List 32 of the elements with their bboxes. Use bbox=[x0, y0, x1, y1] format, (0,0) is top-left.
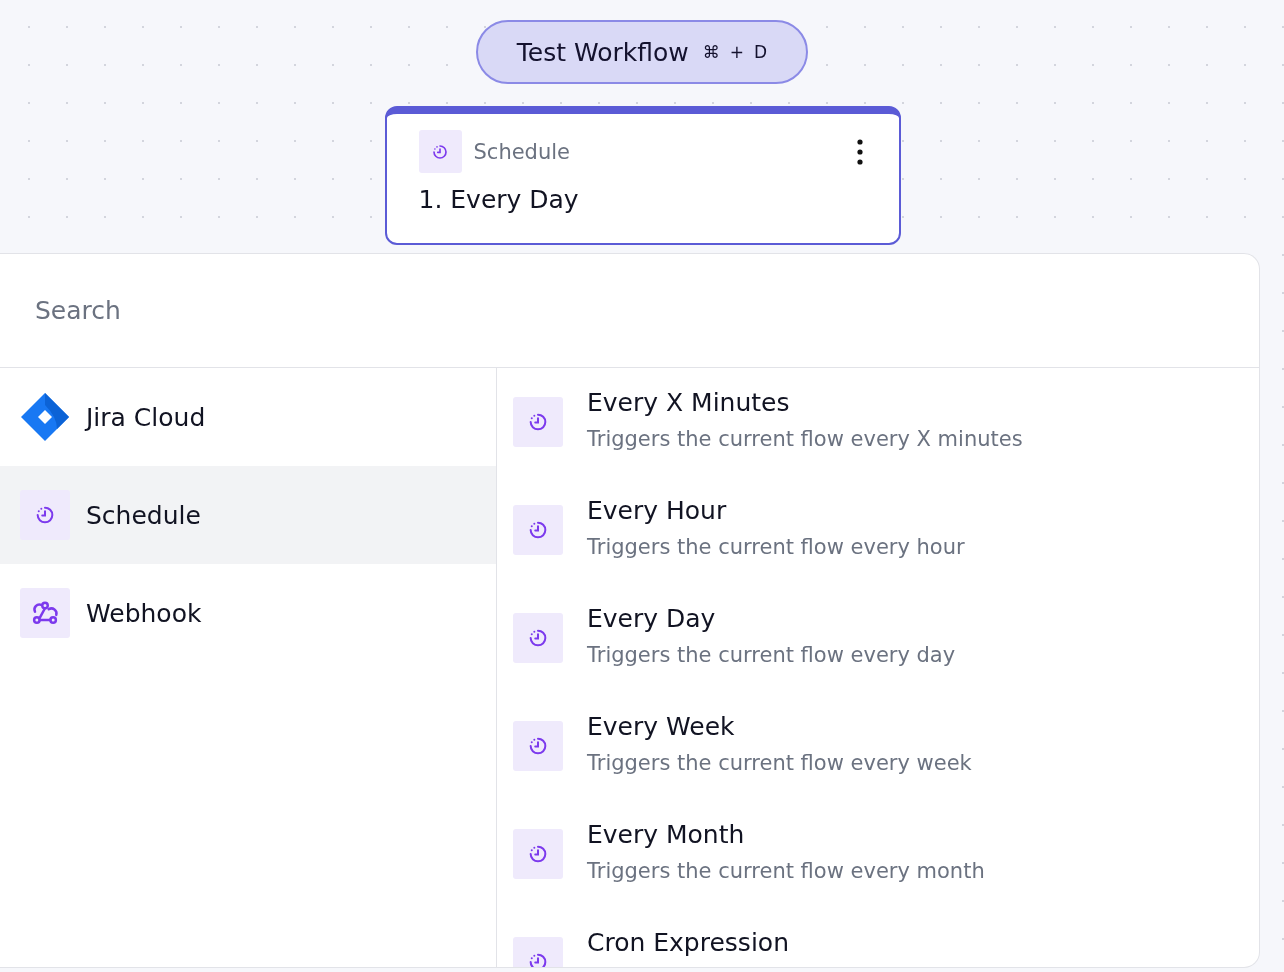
more-options-icon[interactable] bbox=[856, 138, 863, 165]
step-node-card[interactable]: Schedule 1. Every Day bbox=[384, 106, 901, 245]
trigger-description: Triggers the current flow every month bbox=[587, 859, 985, 883]
clock-icon bbox=[513, 829, 563, 879]
trigger-title[interactable]: Every X Minutes bbox=[587, 388, 1023, 418]
test-workflow-button[interactable]: Test Workflow ⌘ + D bbox=[476, 20, 808, 84]
trigger-description: Triggers the current flow every X minutes bbox=[587, 427, 1023, 451]
shortcut-key: ⌘ bbox=[702, 42, 720, 62]
node-app-label: Schedule bbox=[473, 139, 571, 164]
diamond-logo-icon bbox=[20, 392, 70, 442]
shortcut-key: D bbox=[754, 42, 768, 62]
shortcut-key: + bbox=[729, 42, 745, 62]
app-list-item[interactable]: Webhook bbox=[0, 564, 496, 662]
app-list-item[interactable]: Schedule bbox=[0, 466, 496, 564]
webhook-icon bbox=[20, 588, 70, 638]
trigger-title[interactable]: Cron Expression bbox=[587, 928, 789, 958]
trigger-title[interactable]: Every Week bbox=[587, 712, 972, 742]
search-field[interactable]: Search bbox=[35, 296, 635, 325]
clock-icon bbox=[20, 490, 70, 540]
clock-icon bbox=[513, 613, 563, 663]
clock-icon bbox=[513, 721, 563, 771]
trigger-title[interactable]: Every Hour bbox=[587, 496, 965, 526]
trigger-description: Triggers the current flow every hour bbox=[587, 535, 965, 559]
trigger-description: Triggers the current flow every day bbox=[587, 643, 956, 667]
trigger-title[interactable]: Every Month bbox=[587, 820, 985, 850]
clock-icon bbox=[418, 130, 462, 173]
node-title: 1. Every Day bbox=[418, 185, 580, 214]
clock-icon bbox=[513, 505, 563, 555]
app-list-item[interactable]: Jira Cloud bbox=[0, 368, 496, 466]
clock-icon bbox=[513, 397, 563, 447]
trigger-description: Triggers the current flow every week bbox=[587, 751, 972, 775]
trigger-title[interactable]: Every Day bbox=[587, 604, 956, 634]
